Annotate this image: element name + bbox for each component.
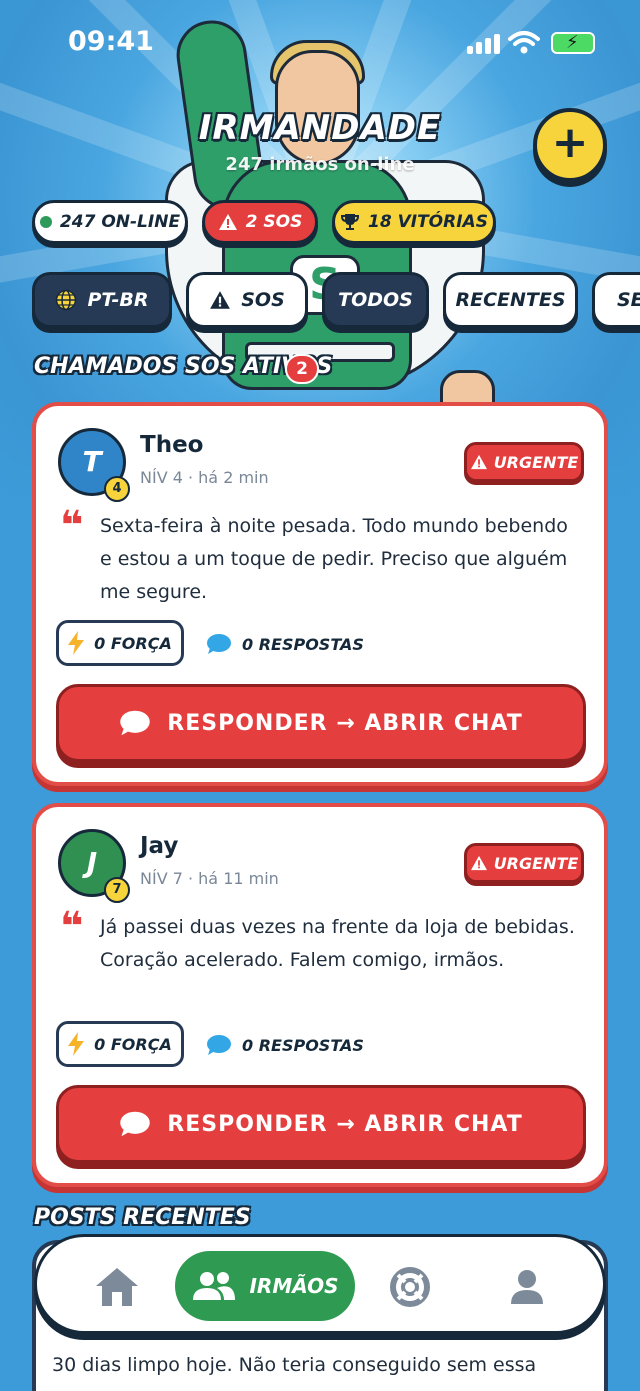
force-label: 0 FORÇA xyxy=(94,633,172,653)
tab-recent-label: RECENTES xyxy=(455,289,566,311)
nav-home[interactable] xyxy=(89,1259,145,1315)
globe-icon xyxy=(56,289,77,311)
lightning-icon xyxy=(68,631,85,655)
chat-bubble-icon xyxy=(120,1111,151,1137)
sos-message: Sexta-feira à noite pesada. Todo mundo b… xyxy=(100,515,568,603)
force-button[interactable]: 0 FORÇA xyxy=(56,1021,184,1067)
bottom-nav: IRMÃOS xyxy=(34,1234,606,1334)
plus-icon: + xyxy=(551,117,589,168)
wins-chip[interactable]: 18 VITÓRIAS xyxy=(332,200,496,244)
tab-sos[interactable]: SOS xyxy=(186,272,308,328)
recent-section-title: POSTS RECENTES xyxy=(34,1205,251,1230)
level-badge: 4 xyxy=(104,476,130,502)
lightning-icon xyxy=(68,1032,85,1056)
tab-all[interactable]: TODOS xyxy=(322,272,429,328)
warning-icon xyxy=(210,291,231,309)
tab-recent[interactable]: RECENTES xyxy=(443,272,578,328)
sos-message: Já passei duas vezes na frente da loja d… xyxy=(100,916,575,971)
sos-count-chip[interactable]: 2 SOS xyxy=(202,200,318,244)
nav-profile[interactable] xyxy=(499,1259,555,1315)
quote-icon: ❝ xyxy=(60,904,84,950)
replies-label: 0 RESPOSTAS xyxy=(242,1035,364,1055)
lifebuoy-icon xyxy=(390,1267,430,1307)
post-meta: NÍV 4 · há 2 min xyxy=(140,468,269,487)
sos-section-count: 2 xyxy=(285,354,319,384)
reply-button-label: RESPONDER → ABRIR CHAT xyxy=(167,710,523,736)
tab-language-label: PT-BR xyxy=(87,289,149,311)
warning-icon xyxy=(470,454,487,470)
tab-language[interactable]: PT-BR xyxy=(32,272,172,328)
replies-count[interactable]: 0 RESPOSTAS xyxy=(206,1034,364,1056)
online-count-label: 247 ON-LINE xyxy=(59,212,181,232)
urgent-label: URGENTE xyxy=(493,452,579,472)
signal-icon xyxy=(467,34,501,54)
wifi-icon xyxy=(508,31,540,54)
group-icon xyxy=(193,1272,236,1300)
quote-icon: ❝ xyxy=(60,503,84,549)
urgent-badge: URGENTE xyxy=(464,843,584,883)
recent-post-text: 30 dias limpo hoje. Não teria conseguido… xyxy=(52,1354,537,1376)
sos-card: T 4 Theo NÍV 4 · há 2 min URGENTE ❝ Sext… xyxy=(32,402,608,786)
profile-icon xyxy=(511,1270,543,1304)
warning-icon xyxy=(218,214,237,230)
force-label: 0 FORÇA xyxy=(94,1034,172,1054)
reply-button-label: RESPONDER → ABRIR CHAT xyxy=(167,1111,523,1137)
level-badge: 7 xyxy=(104,877,130,903)
tab-sos-label: SOS xyxy=(241,289,285,311)
battery-icon: ⚡ xyxy=(551,32,595,54)
user-name[interactable]: Theo xyxy=(140,432,203,458)
urgent-label: URGENTE xyxy=(493,853,579,873)
online-count-chip: 247 ON-LINE xyxy=(32,200,188,244)
chat-bubble-icon xyxy=(207,634,231,654)
sos-count-label: 2 SOS xyxy=(245,212,303,232)
nav-help[interactable] xyxy=(382,1259,438,1315)
nav-brothers[interactable]: IRMÃOS xyxy=(175,1251,355,1321)
chat-bubble-icon xyxy=(120,710,151,736)
home-icon xyxy=(96,1268,138,1306)
tab-more-label: SE xyxy=(617,289,640,311)
trophy-icon xyxy=(341,214,360,230)
sos-card: J 7 Jay NÍV 7 · há 11 min URGENTE ❝ Já p… xyxy=(32,803,608,1187)
online-dot-icon xyxy=(39,216,52,228)
tab-more[interactable]: SE xyxy=(592,272,640,328)
urgent-badge: URGENTE xyxy=(464,442,584,482)
force-button[interactable]: 0 FORÇA xyxy=(56,620,184,666)
wins-label: 18 VITÓRIAS xyxy=(368,212,488,232)
nav-brothers-label: IRMÃOS xyxy=(249,1274,339,1298)
chat-bubble-icon xyxy=(207,1035,231,1055)
post-meta: NÍV 7 · há 11 min xyxy=(140,869,279,888)
status-bar: 09:41 ⚡ xyxy=(0,0,640,88)
status-time: 09:41 xyxy=(68,26,154,57)
add-post-button[interactable]: + xyxy=(533,108,607,182)
reply-open-chat-button[interactable]: RESPONDER → ABRIR CHAT xyxy=(56,1085,586,1163)
replies-label: 0 RESPOSTAS xyxy=(242,634,364,654)
reply-open-chat-button[interactable]: RESPONDER → ABRIR CHAT xyxy=(56,684,586,762)
user-name[interactable]: Jay xyxy=(140,833,178,859)
tab-all-label: TODOS xyxy=(338,289,413,311)
replies-count[interactable]: 0 RESPOSTAS xyxy=(206,633,364,655)
warning-icon xyxy=(470,855,487,871)
